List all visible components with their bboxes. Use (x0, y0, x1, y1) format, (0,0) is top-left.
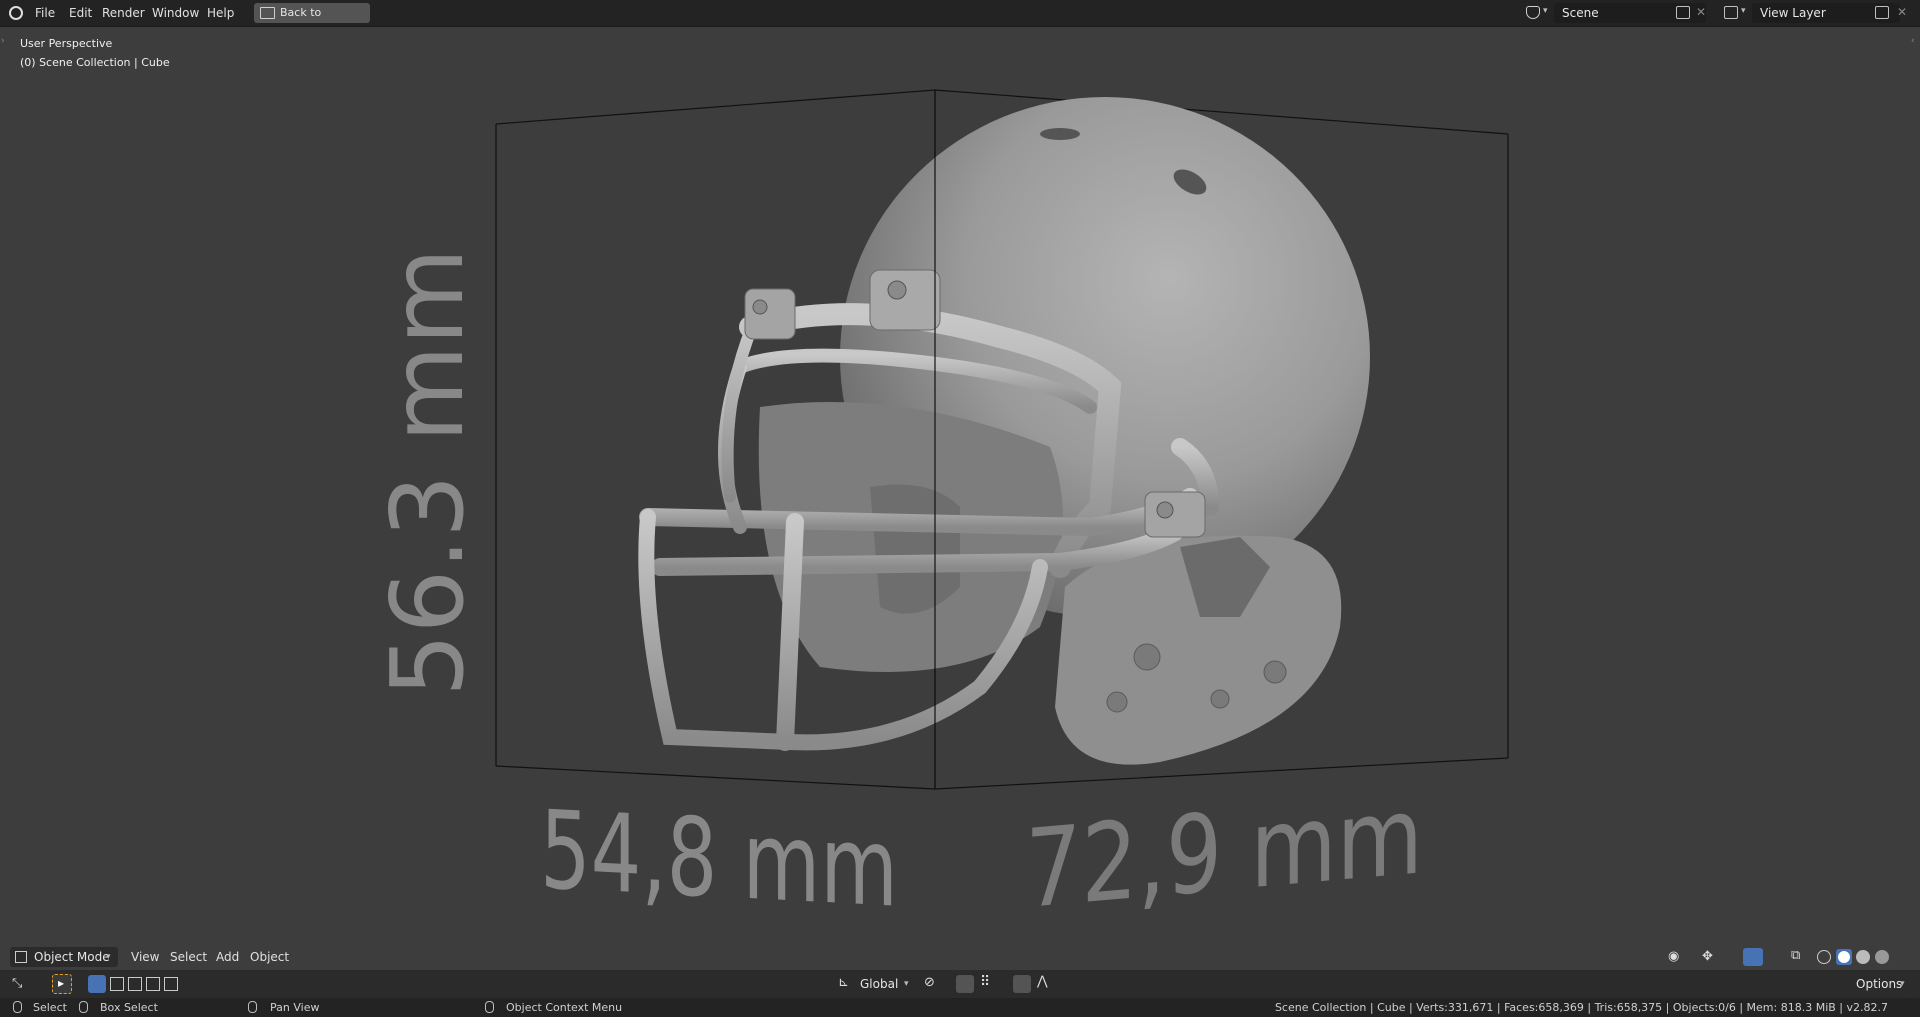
dimension-depth-label: 72,9 mm (1025, 773, 1423, 933)
cursor-icon: ▸ (58, 976, 65, 990)
dimension-width-label: 54,8 mm (540, 788, 898, 932)
shading-wireframe-icon[interactable] (1817, 950, 1831, 964)
status-pan-view: Pan View (270, 1001, 320, 1014)
new-scene-icon[interactable] (1676, 6, 1690, 19)
object-mode-icon (15, 951, 27, 963)
mouse-drag-icon (79, 1001, 88, 1013)
shading-rendered-icon[interactable] (1875, 950, 1889, 964)
status-box-select: Box Select (100, 1001, 158, 1014)
new-view-layer-icon[interactable] (1875, 6, 1889, 19)
mode-extend-icon[interactable] (110, 977, 124, 991)
orientation-icon: ⊾ (838, 975, 849, 990)
view-layer-value: View Layer (1760, 6, 1826, 20)
menu-file[interactable]: File (35, 0, 55, 26)
menu-help[interactable]: Help (207, 0, 234, 26)
gizmo-icon[interactable]: ✥ (1702, 949, 1713, 964)
options-button[interactable]: Options ▾ (1850, 974, 1910, 994)
orientation-label: Global (860, 977, 899, 991)
options-label: Options (1856, 977, 1903, 991)
visibility-eye-icon[interactable]: ◉ (1668, 949, 1679, 964)
menu-window[interactable]: Window (152, 0, 199, 26)
select-tool-button[interactable]: ▸ (52, 974, 72, 994)
chevron-down-icon: ▾ (106, 952, 111, 962)
snap-toggle-button[interactable] (956, 975, 974, 993)
viewport-header: Object Mode ▾ View Select Add Object ◉ ✥… (0, 945, 1920, 969)
snap-grid-icon[interactable]: ⠿ (980, 974, 990, 990)
view-layer-icon[interactable] (1724, 6, 1738, 19)
close-scene-icon[interactable]: ✕ (1696, 5, 1706, 19)
orientation-dropdown[interactable]: Global ▾ (856, 974, 914, 994)
scene-render: 56.3 mm 54,8 mm 72,9 mm (369, 89, 1509, 933)
mode-difference-icon[interactable] (146, 977, 160, 991)
blender-logo-icon[interactable] (9, 6, 23, 20)
mode-subtract-icon[interactable] (128, 977, 142, 991)
proportional-edit-button[interactable] (1013, 975, 1031, 993)
scene-name-value: Scene (1562, 6, 1599, 20)
falloff-curve-icon[interactable]: ⋀ (1037, 974, 1048, 989)
overlays-button[interactable] (1743, 948, 1763, 966)
mode-new-button[interactable] (88, 975, 106, 993)
pivot-icon[interactable]: ⊘ (924, 975, 935, 990)
object-mode-label: Object Mode (34, 950, 110, 964)
header-menu-select[interactable]: Select (170, 945, 207, 969)
chevron-down-icon: ▾ (1741, 6, 1746, 16)
object-mode-dropdown[interactable]: Object Mode ▾ (10, 947, 118, 967)
header-menu-view[interactable]: View (131, 945, 159, 969)
mouse-middle-icon (248, 1001, 257, 1013)
status-bar: Select Box Select Pan View Object Contex… (0, 998, 1920, 1017)
close-view-layer-icon[interactable]: ✕ (1897, 5, 1907, 19)
helmet-model (638, 97, 1370, 765)
header-menu-add[interactable]: Add (216, 945, 239, 969)
transform-icon[interactable]: ⤡ (12, 976, 22, 991)
shading-solid-icon[interactable] (1836, 949, 1852, 965)
chevron-down-icon: ▾ (1543, 6, 1548, 16)
top-bar: File Edit Render Window Help Back to Pre… (0, 0, 1920, 39)
mouse-left-icon (13, 1001, 22, 1013)
status-stats: Scene Collection | Cube | Verts:331,671 … (1274, 1001, 1888, 1014)
mode-intersect-icon[interactable] (164, 977, 178, 991)
xray-icon[interactable]: ⧉ (1791, 948, 1800, 963)
dimension-height-label: 56.3 mm (369, 248, 486, 697)
scene-type-icon[interactable] (1526, 6, 1540, 19)
mouse-right-icon (485, 1001, 494, 1013)
chevron-down-icon: ▾ (904, 979, 909, 989)
menu-render[interactable]: Render (102, 0, 145, 26)
header-menu-object[interactable]: Object (250, 945, 289, 969)
tool-settings-bar: ⤡ ▸ ⊾ Global ▾ ⊘ ⠿ ⋀ Options ▾ (0, 970, 1920, 998)
status-select: Select (33, 1001, 67, 1014)
status-context-menu: Object Context Menu (506, 1001, 623, 1014)
chevron-down-icon: ▾ (1900, 979, 1905, 989)
screen-icon (260, 7, 275, 19)
3d-viewport[interactable]: › ‹ User Perspective (0) Scene Collectio… (0, 27, 1920, 982)
back-to-previous-button[interactable]: Back to Previous (254, 3, 370, 39)
shading-material-icon[interactable] (1856, 950, 1870, 964)
menu-edit[interactable]: Edit (69, 0, 92, 26)
